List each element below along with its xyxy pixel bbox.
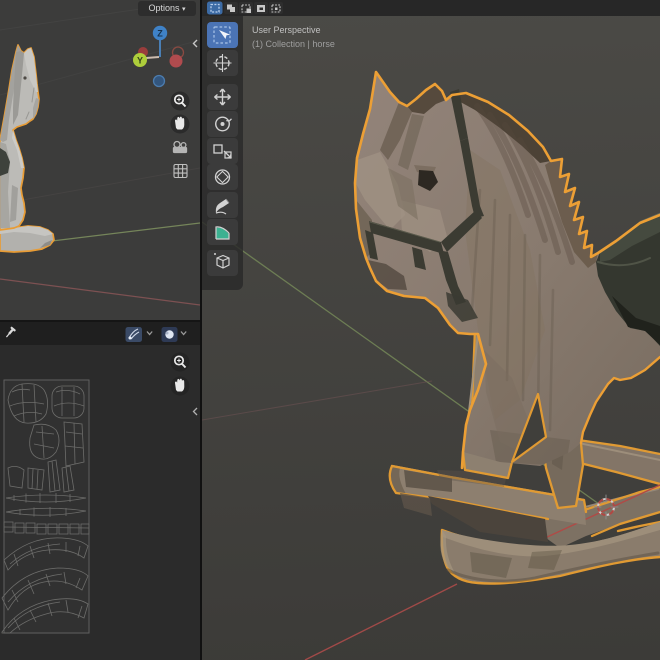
- svg-text:Y: Y: [137, 56, 143, 66]
- svg-text:Z: Z: [157, 29, 163, 39]
